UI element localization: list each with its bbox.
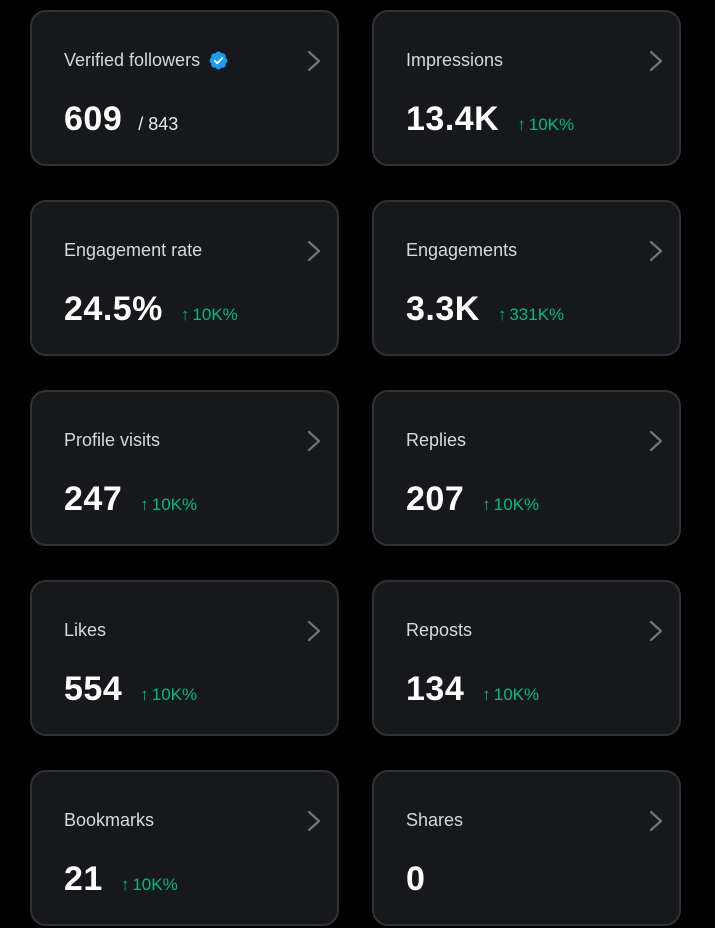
metric-change-text: 10K% bbox=[151, 495, 198, 514]
card-label: Engagements bbox=[406, 240, 518, 260]
metric-change-text: 10K% bbox=[528, 115, 575, 134]
arrow-up-icon: ↑ bbox=[497, 305, 507, 324]
card-shares[interactable]: Shares 0 bbox=[372, 770, 681, 926]
card-label-wrap: Bookmarks bbox=[64, 810, 154, 831]
card-label: Shares bbox=[406, 810, 464, 830]
card-bookmarks[interactable]: Bookmarks 21 ↑ 10K% bbox=[30, 770, 339, 926]
card-label-wrap: Profile visits bbox=[64, 430, 160, 451]
chevron-right-icon bbox=[649, 50, 663, 72]
arrow-up-icon: ↑ bbox=[482, 685, 491, 704]
card-impressions[interactable]: Impressions 13.4K ↑ 10K% bbox=[372, 10, 681, 166]
metric-change-text: 10K% bbox=[493, 495, 540, 514]
card-profile-visits[interactable]: Profile visits 247 ↑ 10K% bbox=[30, 390, 339, 546]
card-label: Engagement rate bbox=[64, 240, 203, 260]
metric-change-text: 331K% bbox=[509, 305, 565, 324]
card-label: Impressions bbox=[406, 50, 504, 70]
metric-value: 609 bbox=[64, 100, 123, 138]
card-label: Replies bbox=[406, 430, 467, 450]
chevron-right-icon bbox=[307, 430, 321, 452]
metric-change: ↑ 10K% bbox=[482, 685, 539, 705]
metric-change: ↑ 331K% bbox=[498, 305, 564, 325]
metric-change: ↑ 10K% bbox=[517, 115, 574, 135]
arrow-up-icon: ↑ bbox=[140, 495, 149, 514]
metric-change: ↑ 10K% bbox=[121, 875, 178, 895]
chevron-right-icon bbox=[649, 430, 663, 452]
card-engagements[interactable]: Engagements 3.3K ↑ 331K% bbox=[372, 200, 681, 356]
value-row: 13.4K ↑ 10K% bbox=[406, 100, 574, 139]
card-label-wrap: Impressions bbox=[406, 50, 503, 71]
metric-change-text: 10K% bbox=[493, 685, 540, 704]
arrow-up-icon: ↑ bbox=[140, 685, 149, 704]
metric-total: / 843 bbox=[138, 114, 179, 134]
arrow-up-icon: ↑ bbox=[482, 495, 491, 514]
card-label: Profile visits bbox=[64, 430, 161, 450]
metric-change: ↑ 10K% bbox=[482, 495, 539, 515]
chevron-right-icon bbox=[307, 620, 321, 642]
value-row: 207 ↑ 10K% bbox=[406, 480, 539, 519]
metric-change: ↑ 10K% bbox=[181, 305, 238, 325]
card-label-wrap: Replies bbox=[406, 430, 466, 451]
chevron-right-icon bbox=[649, 810, 663, 832]
card-label: Bookmarks bbox=[64, 810, 155, 830]
metric-value: 0 bbox=[406, 860, 426, 898]
card-label: Likes bbox=[64, 620, 107, 640]
metric-change: ↑ 10K% bbox=[140, 495, 197, 515]
metric-change-text: 10K% bbox=[192, 305, 238, 324]
value-row: 21 ↑ 10K% bbox=[64, 860, 178, 899]
value-row: 609 / 843 bbox=[64, 100, 178, 139]
value-row: 3.3K ↑ 331K% bbox=[406, 290, 564, 329]
metric-value: 21 bbox=[64, 860, 103, 898]
value-row: 24.5% ↑ 10K% bbox=[64, 290, 238, 329]
card-likes[interactable]: Likes 554 ↑ 10K% bbox=[30, 580, 339, 736]
arrow-up-icon: ↑ bbox=[180, 305, 190, 324]
card-verified-followers[interactable]: Verified followers 609 / 843 bbox=[30, 10, 339, 166]
chevron-right-icon bbox=[649, 240, 663, 262]
metric-value: 134 bbox=[406, 670, 465, 708]
metric-value: 207 bbox=[406, 480, 465, 518]
metric-change: ↑ 10K% bbox=[140, 685, 197, 705]
card-reposts[interactable]: Reposts 134 ↑ 10K% bbox=[372, 580, 681, 736]
value-row: 134 ↑ 10K% bbox=[406, 670, 539, 709]
card-label: Verified followers bbox=[64, 50, 201, 70]
chevron-right-icon bbox=[307, 810, 321, 832]
metric-value: 247 bbox=[64, 480, 123, 518]
arrow-up-icon: ↑ bbox=[517, 115, 526, 134]
card-label-wrap: Verified followers bbox=[64, 50, 229, 71]
card-label-wrap: Likes bbox=[64, 620, 106, 641]
value-row: 0 bbox=[406, 860, 425, 899]
card-label-wrap: Engagements bbox=[406, 240, 517, 261]
verified-badge-icon bbox=[208, 50, 229, 71]
metric-value: 3.3K bbox=[406, 290, 480, 328]
card-engagement-rate[interactable]: Engagement rate 24.5% ↑ 10K% bbox=[30, 200, 339, 356]
card-label-wrap: Shares bbox=[406, 810, 463, 831]
value-row: 247 ↑ 10K% bbox=[64, 480, 197, 519]
arrow-up-icon: ↑ bbox=[120, 875, 130, 894]
card-label-wrap: Reposts bbox=[406, 620, 472, 641]
chevron-right-icon bbox=[307, 240, 321, 262]
value-row: 554 ↑ 10K% bbox=[64, 670, 197, 709]
card-replies[interactable]: Replies 207 ↑ 10K% bbox=[372, 390, 681, 546]
metric-value: 554 bbox=[64, 670, 123, 708]
metric-change-text: 10K% bbox=[132, 875, 178, 894]
chevron-right-icon bbox=[307, 50, 321, 72]
card-label: Reposts bbox=[406, 620, 473, 640]
metric-value: 13.4K bbox=[406, 100, 500, 138]
metric-value: 24.5% bbox=[64, 290, 163, 328]
metric-change-text: 10K% bbox=[151, 685, 198, 704]
card-label-wrap: Engagement rate bbox=[64, 240, 202, 261]
metrics-grid: Verified followers 609 / 843 Impressions… bbox=[30, 10, 681, 926]
chevron-right-icon bbox=[649, 620, 663, 642]
